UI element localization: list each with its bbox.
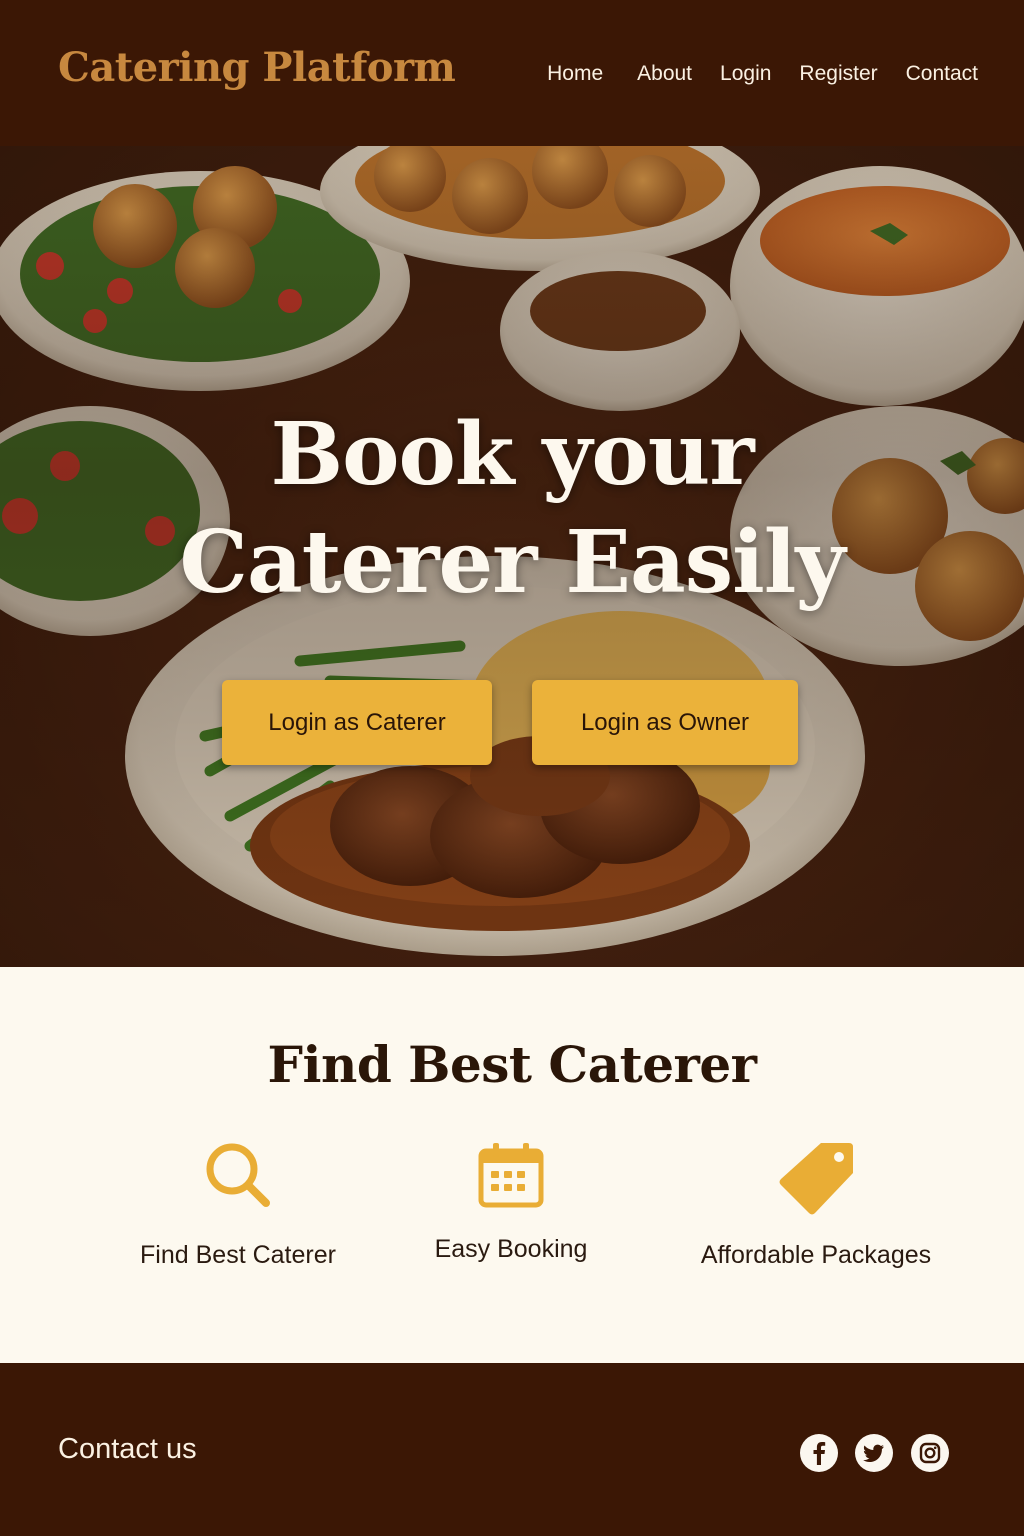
hero-title-line-1: Book your [270, 404, 754, 505]
nav-link-contact[interactable]: Contact [906, 62, 978, 86]
site-footer: Contact us [0, 1363, 1024, 1536]
login-as-caterer-button[interactable]: Login as Caterer [222, 680, 492, 765]
nav-link-home[interactable]: Home [547, 62, 603, 86]
feature-easy-booking: Easy Booking [396, 1139, 626, 1264]
feature-affordable-packages: Affordable Packages [680, 1139, 952, 1270]
nav-link-register[interactable]: Register [799, 62, 877, 86]
twitter-icon[interactable] [855, 1434, 893, 1472]
login-as-owner-button[interactable]: Login as Owner [532, 680, 798, 765]
footer-contact-us[interactable]: Contact us [58, 1433, 197, 1466]
hero-title-line-2: Caterer Easily [179, 512, 846, 613]
main-nav: Home About Login Register Contact [547, 62, 978, 86]
search-icon [206, 1143, 270, 1207]
calendar-icon [478, 1143, 544, 1208]
instagram-icon[interactable] [911, 1434, 949, 1472]
brand-logo-text[interactable]: Catering Platform [58, 44, 456, 91]
feature-label: Affordable Packages [700, 1241, 932, 1269]
feature-label: Find Best Caterer [140, 1241, 336, 1269]
hero-section: Book your Caterer Easily Login as Catere… [0, 146, 1024, 967]
hero-title: Book your Caterer Easily [0, 401, 1024, 617]
facebook-icon[interactable] [800, 1434, 838, 1472]
features-title: Find Best Caterer [267, 1035, 757, 1094]
price-tag-icon [779, 1143, 853, 1215]
feature-find-caterer: Find Best Caterer [118, 1139, 358, 1270]
features-section: Find Best Caterer Find Best Caterer Easy… [0, 967, 1024, 1363]
nav-link-about[interactable]: About [637, 62, 692, 86]
nav-link-login[interactable]: Login [720, 62, 771, 86]
feature-label: Easy Booking [434, 1235, 588, 1263]
site-header: Catering Platform Home About Login Regis… [0, 0, 1024, 146]
